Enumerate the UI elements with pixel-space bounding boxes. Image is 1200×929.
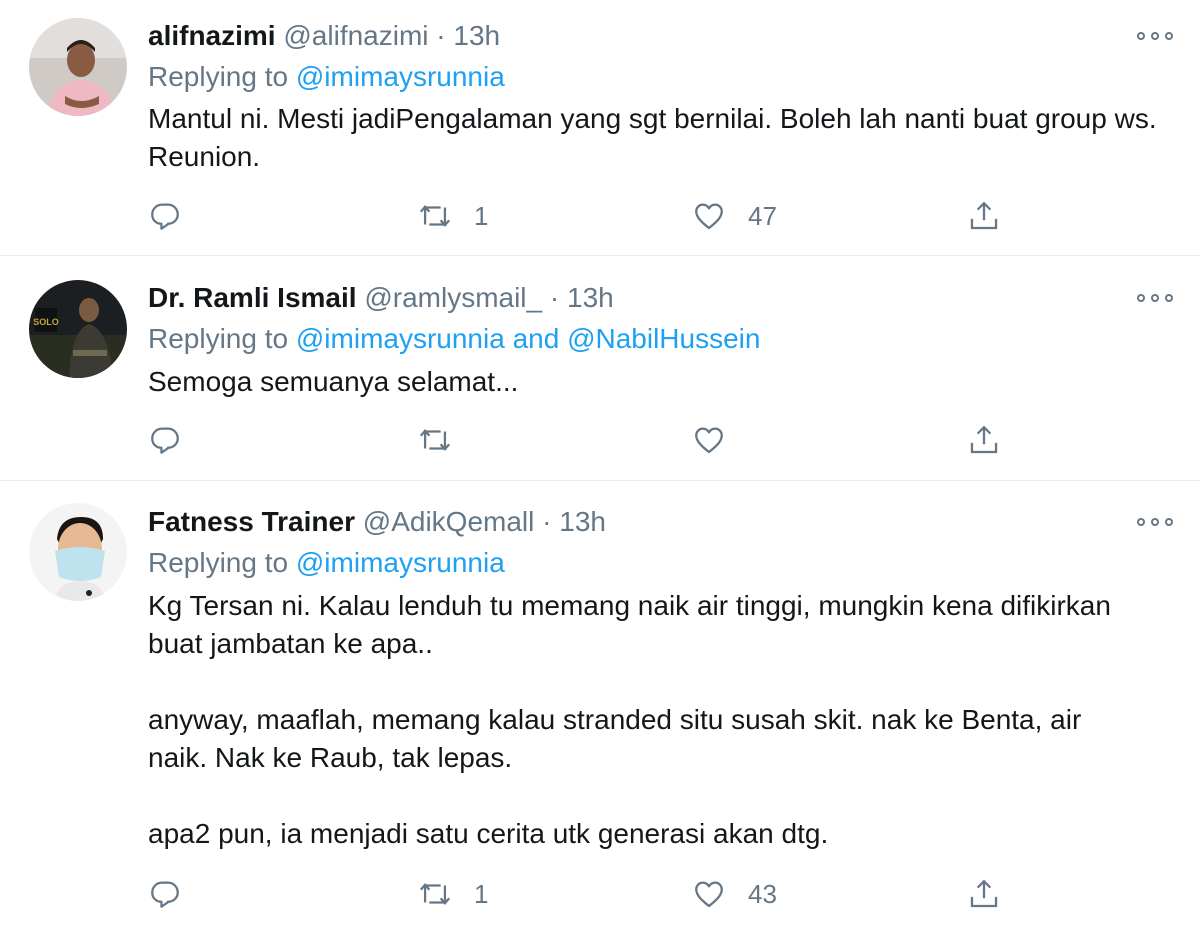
replying-to: Replying to @imimaysrunnia xyxy=(148,57,505,97)
more-dot xyxy=(1151,32,1159,40)
more-dot xyxy=(1165,518,1173,526)
tweet-header: Fatness Trainer @AdikQemall · 13h xyxy=(148,502,606,542)
more-dot xyxy=(1137,294,1145,302)
more-dot xyxy=(1165,32,1173,40)
reply-icon xyxy=(151,881,179,908)
tweet-paragraph: anyway, maaflah, memang kalau stranded s… xyxy=(148,704,1082,773)
retweet-button[interactable]: 1 xyxy=(418,196,488,236)
mention-link[interactable]: @NabilHussein xyxy=(567,323,760,354)
timestamp[interactable]: 13h xyxy=(453,20,500,51)
share-button[interactable] xyxy=(967,874,1001,914)
like-button[interactable]: 43 xyxy=(692,874,777,914)
tweet[interactable]: SOLO Dr. Ramli Ismail @ramlysmail_ · 13h… xyxy=(0,256,1200,481)
tweet-paragraph: Kg Tersan ni. Kalau lenduh tu memang nai… xyxy=(148,590,1111,659)
replying-label: Replying to xyxy=(148,61,289,92)
tweet-text: Mantul ni. Mesti jadiPengalaman yang sgt… xyxy=(148,100,1158,176)
replying-to: Replying to @imimaysrunnia xyxy=(148,543,505,583)
mention-and: and xyxy=(512,323,560,354)
reply-button[interactable] xyxy=(148,874,182,914)
more-dot xyxy=(1165,294,1173,302)
mention-link[interactable]: @imimaysrunnia xyxy=(296,61,505,92)
user-handle[interactable]: @ramlysmail_ xyxy=(364,282,542,313)
replying-label: Replying to xyxy=(148,323,289,354)
like-button[interactable]: 47 xyxy=(692,196,777,236)
more-icon[interactable] xyxy=(1137,28,1173,44)
tweet-actions xyxy=(0,420,1200,460)
tweet-header: Dr. Ramli Ismail @ramlysmail_ · 13h xyxy=(148,278,614,318)
reply-icon xyxy=(151,203,179,230)
tweet[interactable]: Fatness Trainer @AdikQemall · 13h Replyi… xyxy=(0,481,1200,929)
heart-icon xyxy=(695,881,723,908)
reply-button[interactable] xyxy=(148,420,182,460)
user-handle[interactable]: @alifnazimi xyxy=(283,20,428,51)
avatar-image: SOLO xyxy=(29,280,127,378)
retweet-button[interactable] xyxy=(418,420,452,460)
tweet[interactable]: alifnazimi @alifnazimi · 13h Replying to… xyxy=(0,0,1200,256)
mention-link[interactable]: @imimaysrunnia xyxy=(296,547,505,578)
retweet-button[interactable]: 1 xyxy=(418,874,488,914)
separator-dot: · xyxy=(436,20,446,51)
tweet-actions: 1 43 xyxy=(0,874,1200,914)
avatar[interactable]: SOLO xyxy=(29,280,127,378)
share-button[interactable] xyxy=(967,196,1001,236)
more-dot xyxy=(1137,32,1145,40)
display-name[interactable]: Fatness Trainer xyxy=(148,506,355,537)
more-icon[interactable] xyxy=(1137,514,1173,530)
avatar-image xyxy=(29,18,127,116)
more-dot xyxy=(1151,294,1159,302)
share-icon xyxy=(970,425,998,454)
reply-icon xyxy=(151,427,179,454)
separator-dot: · xyxy=(542,506,552,537)
retweet-count: 1 xyxy=(474,200,489,231)
reply-button[interactable] xyxy=(148,196,182,236)
more-dot xyxy=(1137,518,1145,526)
like-button[interactable] xyxy=(692,420,726,460)
display-name[interactable]: alifnazimi xyxy=(148,20,276,51)
display-name[interactable]: Dr. Ramli Ismail xyxy=(148,282,357,313)
retweet-icon xyxy=(419,429,451,451)
tweet-actions: 1 47 xyxy=(0,196,1200,236)
heart-icon xyxy=(695,203,723,230)
share-icon xyxy=(970,879,998,908)
share-button[interactable] xyxy=(967,420,1001,460)
svg-text:SOLO: SOLO xyxy=(33,317,59,327)
separator-dot: · xyxy=(549,282,560,313)
more-dot xyxy=(1151,518,1159,526)
tweet-text: Kg Tersan ni. Kalau lenduh tu memang nai… xyxy=(148,587,1148,853)
replying-to: Replying to @imimaysrunnia and @NabilHus… xyxy=(148,319,760,359)
heart-icon xyxy=(695,427,723,454)
tweet-header: alifnazimi @alifnazimi · 13h xyxy=(148,16,500,56)
mention-link[interactable]: @imimaysrunnia xyxy=(296,323,505,354)
tweet-paragraph: apa2 pun, ia menjadi satu cerita utk gen… xyxy=(148,818,829,849)
user-handle[interactable]: @AdikQemall xyxy=(363,506,535,537)
timestamp[interactable]: 13h xyxy=(559,506,606,537)
like-count: 47 xyxy=(748,200,777,231)
more-icon[interactable] xyxy=(1137,290,1173,306)
retweet-icon xyxy=(419,205,451,227)
tweet-paragraph: Mantul ni. Mesti jadiPengalaman yang sgt… xyxy=(148,103,1157,172)
timestamp[interactable]: 13h xyxy=(567,282,614,313)
like-count: 43 xyxy=(748,878,777,909)
avatar-image xyxy=(29,503,127,601)
tweet-text: Semoga semuanya selamat... xyxy=(148,363,1158,401)
retweet-count: 1 xyxy=(474,878,489,909)
share-icon xyxy=(970,201,998,230)
avatar[interactable] xyxy=(29,18,127,116)
retweet-icon xyxy=(419,883,451,905)
replying-label: Replying to xyxy=(148,547,289,578)
tweet-paragraph: Semoga semuanya selamat... xyxy=(148,366,519,397)
avatar[interactable] xyxy=(29,503,127,601)
